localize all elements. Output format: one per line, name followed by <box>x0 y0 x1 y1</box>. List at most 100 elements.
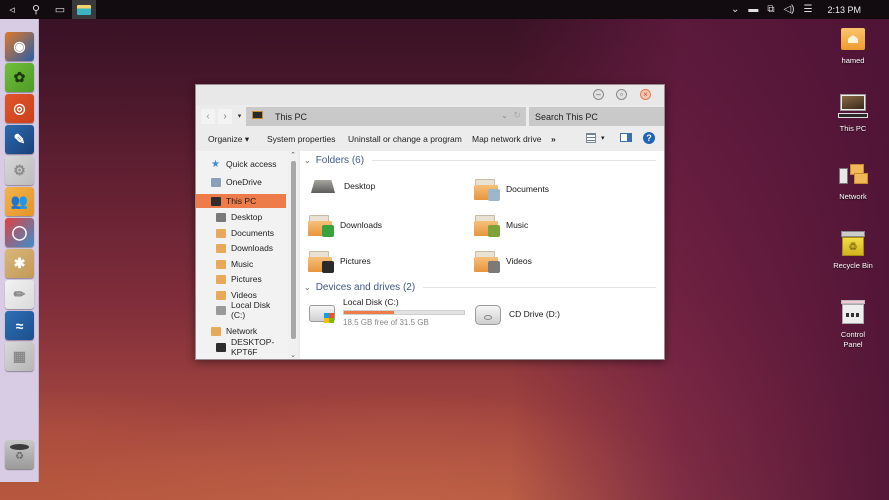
navigation-scrollbar[interactable]: ⌃ ⌄ <box>288 151 298 359</box>
recent-locations-button[interactable]: ▾ <box>235 109 244 124</box>
network-tray-icon[interactable]: ⧉ <box>767 4 774 15</box>
collapse-chevron-icon[interactable]: ⌄ <box>304 283 311 292</box>
calculator-icon: ▦ <box>12 348 27 364</box>
folder-tile-music[interactable]: Music <box>474 213 528 237</box>
nav-item-local-disk-c[interactable]: Local Disk (C:) <box>196 300 286 320</box>
clock[interactable]: 2:13 PM <box>827 5 861 15</box>
scroll-down-arrow[interactable]: ⌄ <box>289 351 297 359</box>
scroll-up-arrow[interactable]: ⌃ <box>289 151 297 159</box>
help-icon[interactable]: ? <box>643 132 655 144</box>
folders-group-title: Folders (6) <box>315 155 365 166</box>
documents-folder-icon <box>474 177 500 201</box>
system-properties-button[interactable]: System properties <box>267 134 336 144</box>
task-view-icon[interactable]: ▭ <box>48 0 72 19</box>
cd-drive-icon <box>474 301 504 327</box>
firefox-icon: ◉ <box>13 38 26 54</box>
map-network-drive-button[interactable]: Map network drive <box>472 134 541 144</box>
nav-item-music[interactable]: Music <box>196 257 286 271</box>
desktop-icon-recycle-bin[interactable]: ♻ Recycle Bin <box>823 231 883 271</box>
organize-button[interactable]: Organize ▾ <box>208 134 249 145</box>
search-input[interactable] <box>529 107 664 127</box>
nav-item-desktop-kpt6f[interactable]: DESKTOP-KPT6F <box>196 337 286 357</box>
folder-tile-pictures[interactable]: Pictures <box>308 249 371 273</box>
maximize-button[interactable]: ▫ <box>616 89 627 100</box>
paint-icon: ✱ <box>13 255 26 271</box>
folder-tile-videos[interactable]: Videos <box>474 249 532 273</box>
notifications-icon[interactable]: ☰ <box>804 4 813 15</box>
desktop-icon-this-pc[interactable]: This PC <box>823 94 883 134</box>
nav-item-network[interactable]: Network <box>196 324 286 338</box>
launcher-system-settings[interactable]: ⚙ <box>5 156 34 185</box>
nav-item-quick-access[interactable]: ★ Quick access <box>196 157 286 171</box>
folder-tile-documents[interactable]: Documents <box>474 177 549 201</box>
launcher-impress-drawing[interactable]: ✎ <box>5 125 34 154</box>
nav-item-onedrive[interactable]: OneDrive <box>196 175 286 189</box>
back-icon[interactable]: ◃ <box>0 0 24 19</box>
refresh-icon[interactable]: ↻ <box>513 110 521 121</box>
close-button[interactable]: × <box>640 89 651 100</box>
drive-tile-cd-drive[interactable]: CD Drive (D:) <box>474 301 560 327</box>
launcher-text-editor[interactable]: ✏ <box>5 280 34 309</box>
impress-drawing-icon: ✎ <box>13 131 26 147</box>
group-divider <box>423 287 656 288</box>
change-view-icon[interactable] <box>586 133 596 143</box>
users-icon: 👥 <box>10 193 29 209</box>
launcher-paint[interactable]: ✱ <box>5 249 34 278</box>
desktop-icon-user-folder[interactable]: hamed <box>823 26 883 66</box>
launcher-ubuntu-software[interactable]: ✿ <box>5 63 34 92</box>
launcher-trash[interactable]: ♻ <box>5 440 34 469</box>
launcher-users[interactable]: 👥 <box>5 187 34 216</box>
recycle-bin-icon: ♻ <box>838 231 868 257</box>
photo-app-icon: ◯ <box>11 224 28 240</box>
desktop-icon-control-panel[interactable]: Control Panel <box>823 300 883 350</box>
taskbar-file-explorer[interactable] <box>72 0 96 19</box>
folder-tile-desktop[interactable]: Desktop <box>308 177 375 195</box>
downloads-folder-icon <box>308 213 334 237</box>
folders-group-header[interactable]: ⌄ Folders (6) <box>304 155 656 166</box>
this-pc-icon <box>838 94 868 120</box>
launcher-office-writer[interactable]: ≈ <box>5 311 34 340</box>
preview-pane-icon[interactable] <box>620 133 632 142</box>
volume-icon[interactable]: ◁) <box>783 4 794 15</box>
star-icon: ★ <box>211 158 220 170</box>
nav-item-pictures[interactable]: Pictures <box>196 272 286 286</box>
nav-item-this-pc[interactable]: This PC <box>196 194 286 208</box>
back-button[interactable]: ‹ <box>201 109 215 124</box>
nav-item-label: Pictures <box>231 274 262 284</box>
nav-item-label: OneDrive <box>226 177 262 187</box>
folder-tile-downloads[interactable]: Downloads <box>308 213 382 237</box>
forward-button[interactable]: › <box>218 109 232 124</box>
drive-free-space: 18.5 GB free of 31.5 GB <box>343 318 429 327</box>
pictures-folder-icon <box>308 249 334 273</box>
collapse-chevron-icon[interactable]: ⌄ <box>304 156 311 165</box>
drive-tile-local-disk[interactable]: Local Disk (C:) 18.5 GB free of 31.5 GB <box>308 297 465 327</box>
launcher-ubuntu-logo[interactable]: ◎ <box>5 94 34 123</box>
drives-group-header[interactable]: ⌄ Devices and drives (2) <box>304 282 656 293</box>
nav-item-desktop[interactable]: Desktop <box>196 210 286 224</box>
view-options-dropdown[interactable]: ▾ <box>601 134 605 142</box>
launcher-photo-app[interactable]: ◯ <box>5 218 34 247</box>
more-commands-button[interactable]: » <box>551 134 556 144</box>
minimize-button[interactable]: – <box>593 89 604 100</box>
address-bar[interactable]: This PC ⌄ ↻ <box>246 107 526 126</box>
search-box[interactable] <box>529 107 664 127</box>
nav-item-downloads[interactable]: Downloads <box>196 241 286 255</box>
battery-icon[interactable]: ▬ <box>748 4 758 15</box>
desktop-icon-label: This PC <box>839 124 867 133</box>
desktop-icon-label: Recycle Bin <box>833 261 873 270</box>
title-bar[interactable]: – ▫ × <box>196 85 664 105</box>
content-pane: ⌄ Folders (6) Desktop Documents Downloads M… <box>300 151 664 359</box>
launcher-calculator[interactable]: ▦ <box>5 342 34 371</box>
scroll-thumb[interactable] <box>291 161 296 339</box>
network-icon <box>211 326 221 336</box>
address-dropdown-icon[interactable]: ⌄ <box>501 111 508 120</box>
tray-overflow-icon[interactable]: ⌄ <box>731 4 739 15</box>
folder-label: Videos <box>506 256 532 266</box>
nav-item-documents[interactable]: Documents <box>196 226 286 240</box>
folder-label: Pictures <box>340 256 371 266</box>
address-row: ‹ › ▾ This PC ⌄ ↻ <box>196 107 664 127</box>
search-icon[interactable]: ⚲ <box>24 0 48 19</box>
uninstall-program-button[interactable]: Uninstall or change a program <box>348 134 462 144</box>
launcher-firefox[interactable]: ◉ <box>5 32 34 61</box>
desktop-icon-network[interactable]: Network <box>823 162 883 202</box>
